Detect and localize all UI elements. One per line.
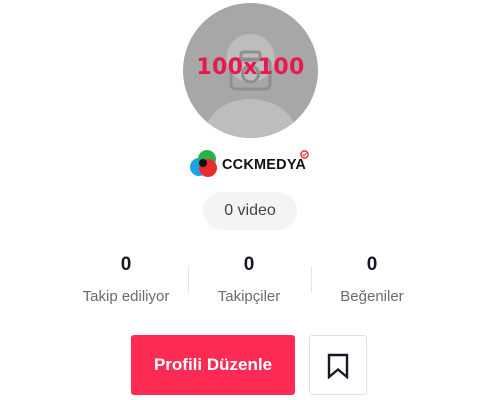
video-count-badge: 0 video (203, 192, 297, 230)
avatar-placeholder-text: 100x100 (196, 55, 305, 80)
following-count: 0 (120, 254, 132, 275)
username-text: CCKMEDYA (222, 157, 307, 173)
likes-label: Beğeniler (340, 288, 404, 305)
avatar[interactable]: 100x100 (183, 3, 318, 138)
username: CCKMEDYA (188, 148, 318, 180)
bookmark-button[interactable] (309, 335, 367, 395)
brand-logo-icon (190, 150, 217, 177)
stat-followers[interactable]: 0 Takipçiler (189, 254, 309, 306)
stat-following[interactable]: 0 Takip ediliyor (66, 254, 186, 306)
edit-profile-button[interactable]: Profili Düzenle (131, 335, 295, 395)
followers-label: Takipçiler (217, 288, 281, 305)
profile-page: 100x100 CCKMEDYA 0 video 0 Takip ediliyo… (0, 0, 500, 400)
stat-likes[interactable]: 0 Beğeniler (312, 254, 432, 306)
following-label: Takip ediliyor (82, 288, 170, 305)
followers-count: 0 (243, 254, 255, 275)
verified-badge-icon (300, 150, 309, 159)
likes-count: 0 (366, 254, 378, 275)
bookmark-icon (327, 353, 349, 379)
